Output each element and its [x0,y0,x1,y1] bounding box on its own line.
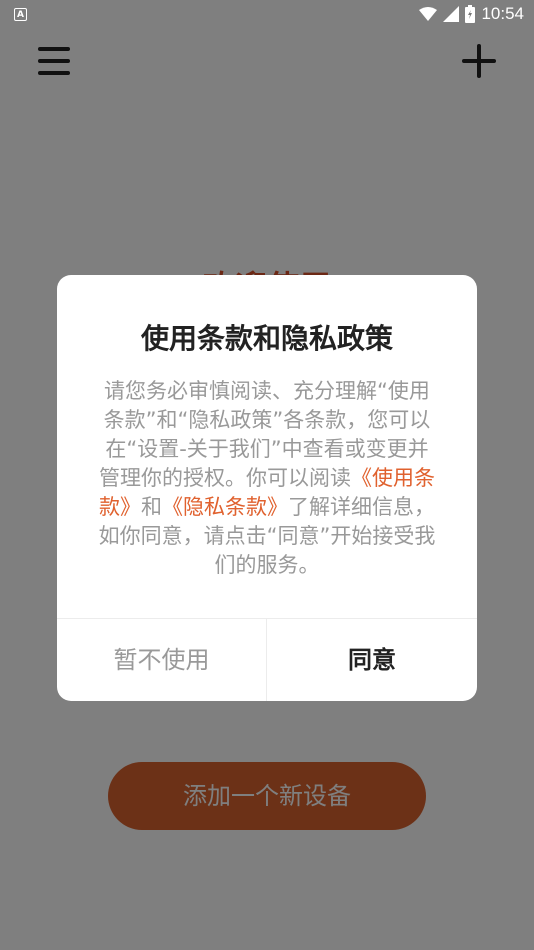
privacy-link[interactable]: 《隐私条款》 [162,495,288,519]
app-screen: A 10:54 欢迎使用 添加一个新设备 使 [0,0,534,950]
terms-dialog: 使用条款和隐私政策 请您务必审慎阅读、充分理解“使用条款”和“隐私政策”各条款，… [57,275,477,701]
body-text-2: 和 [141,495,162,519]
agree-button[interactable]: 同意 [267,619,477,701]
status-bar: A 10:54 [0,0,534,28]
dialog-title: 使用条款和隐私政策 [140,322,393,355]
battery-icon [465,5,476,23]
wifi-icon [419,7,438,21]
signal-icon [443,6,460,22]
status-right: 10:54 [419,4,524,24]
status-time: 10:54 [481,4,524,23]
decline-button[interactable]: 暂不使用 [57,619,266,701]
notification-icon: A [14,7,27,21]
dialog-body: 请您务必审慎阅读、充分理解“使用条款”和“隐私政策”各条款，您可以在“设置-关于… [97,377,437,580]
status-left: A [14,7,27,21]
